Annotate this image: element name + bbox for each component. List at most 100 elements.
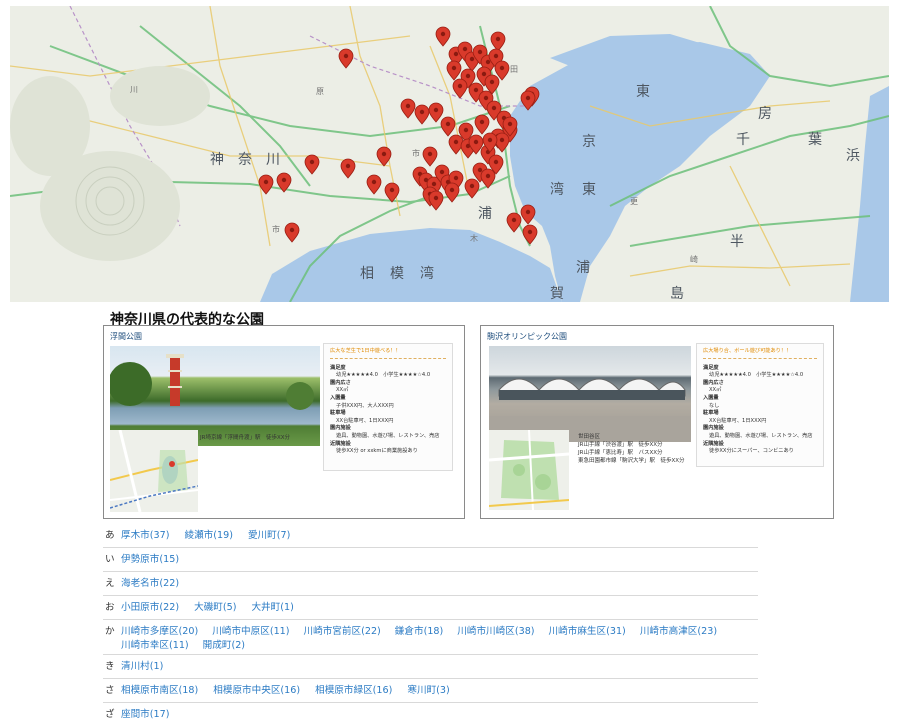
park-pin-dot bbox=[281, 177, 287, 183]
info-value: 幼児★★★★★4.0 小学生★★★★☆4.0 bbox=[336, 372, 431, 379]
index-links: 海老名市(22) bbox=[121, 577, 758, 591]
map-label-other-9: 浜 bbox=[846, 148, 860, 164]
park-card-title[interactable]: 駒沢オリンピック公園 bbox=[487, 331, 567, 342]
info-value: XX㎡ bbox=[336, 387, 349, 394]
map-label-kanagawa-1: 神 bbox=[210, 152, 224, 168]
index-row-a: あ 厚木市(37) 綾瀬市(19) 愛川町(7) bbox=[103, 524, 758, 548]
municipality-link[interactable]: 海老名市(22) bbox=[121, 577, 179, 591]
park-pin-dot bbox=[445, 121, 451, 127]
municipality-link[interactable]: 座間市(17) bbox=[121, 708, 169, 722]
municipality-link[interactable]: 川崎市幸区(11) bbox=[121, 639, 189, 653]
map-label-other-18: 崎 bbox=[690, 254, 698, 264]
index-links: 相模原市南区(18) 相模原市中央区(16) 相模原市緑区(16) 寒川町(3) bbox=[121, 684, 758, 698]
access-line: JR山手線「恵比寿」駅 バスXX分 bbox=[578, 450, 663, 456]
municipality-link[interactable]: 清川村(1) bbox=[121, 660, 163, 674]
park-pin-dot bbox=[493, 159, 499, 165]
park-pin-dot bbox=[491, 105, 497, 111]
map-label-other-14: 市 bbox=[272, 224, 280, 234]
park-access-map[interactable] bbox=[489, 430, 569, 510]
map-label-sagami-1: 相 bbox=[360, 266, 374, 282]
park-pin-dot bbox=[343, 53, 349, 59]
municipality-link[interactable]: 愛川町(7) bbox=[248, 529, 290, 543]
park-pin-dot bbox=[469, 56, 475, 62]
info-key: 近隣施設 bbox=[330, 440, 351, 447]
park-pin-dot bbox=[451, 65, 457, 71]
municipality-link[interactable]: 伊勢原市(15) bbox=[121, 553, 179, 567]
park-photo bbox=[489, 346, 691, 442]
map-label-other-3: 浦 bbox=[478, 206, 492, 222]
access-line: 東急田園都市線「駒沢大学」駅 徒歩XX分 bbox=[578, 458, 685, 464]
municipality-link[interactable]: 川崎市高津区(23) bbox=[640, 625, 717, 639]
index-row-ka: か 川崎市多摩区(20) 川崎市中原区(11) 川崎市宮前区(22) 鎌倉市(1… bbox=[103, 620, 758, 655]
park-pin-dot bbox=[463, 127, 469, 133]
park-pin-dot bbox=[440, 31, 446, 37]
index-links: 清川村(1) bbox=[121, 660, 758, 674]
park-pin-dot bbox=[527, 229, 533, 235]
index-kana: さ bbox=[105, 685, 115, 696]
municipality-link[interactable]: 寒川町(3) bbox=[407, 684, 449, 698]
municipality-link[interactable]: 川崎市中原区(11) bbox=[212, 625, 289, 639]
park-card-title[interactable]: 浮間公園 bbox=[110, 331, 142, 342]
access-line: 世田谷区 bbox=[578, 434, 601, 440]
index-row-e: え 海老名市(22) bbox=[103, 572, 758, 596]
park-pin-dot bbox=[493, 53, 499, 59]
map-label-sagami-3: 湾 bbox=[420, 265, 434, 282]
map-label-other-11: 更 bbox=[630, 197, 638, 206]
municipality-link[interactable]: 綾瀬市(19) bbox=[184, 529, 232, 543]
municipality-index: あ 厚木市(37) 綾瀬市(19) 愛川町(7) い 伊勢原市(15) え 海老… bbox=[103, 524, 758, 727]
park-card-ukima[interactable]: 浮間公園 JR埼京線「浮間舟渡」駅 徒歩XX分 広大な芝生で1日中遊べる！！ 満… bbox=[103, 325, 465, 519]
index-links: 川崎市多摩区(20) 川崎市中原区(11) 川崎市宮前区(22) 鎌倉市(18)… bbox=[121, 625, 758, 653]
map-label-other-13: 市 bbox=[412, 148, 420, 158]
municipality-link[interactable]: 鎌倉市(18) bbox=[395, 625, 443, 639]
park-pin-dot bbox=[487, 137, 493, 143]
municipality-link[interactable]: 開成町(2) bbox=[203, 639, 245, 653]
park-pin-dot bbox=[469, 183, 475, 189]
map-label-sagami-2: 模 bbox=[390, 266, 404, 282]
map-label-other-1: 東 bbox=[582, 182, 596, 198]
park-pin-dot bbox=[345, 163, 351, 169]
map-label-other-16: 原 bbox=[316, 87, 324, 96]
index-kana: え bbox=[105, 578, 115, 589]
info-key: 入園量 bbox=[703, 394, 719, 401]
park-pin-dot bbox=[499, 65, 505, 71]
map-label-other-7: 島 bbox=[670, 286, 684, 302]
park-pin-dot bbox=[263, 179, 269, 185]
park-pin-dot bbox=[499, 137, 505, 143]
index-row-za: ざ 座間市(17) bbox=[103, 703, 758, 727]
park-pin-dot bbox=[289, 227, 295, 233]
park-pin-dot bbox=[495, 36, 501, 42]
municipality-link[interactable]: 小田原市(22) bbox=[121, 601, 179, 615]
map-label-kanagawa-2: 奈 bbox=[238, 152, 252, 168]
park-pin-dot bbox=[483, 95, 489, 101]
park-access-text: 世田谷区 JR山手線「渋谷渡」駅 徒歩XX分 JR山手線「恵比寿」駅 バスXX分… bbox=[578, 433, 685, 465]
park-pin-dot bbox=[389, 187, 395, 193]
municipality-link[interactable]: 相模原市中央区(16) bbox=[213, 684, 300, 698]
park-pin-dot bbox=[477, 49, 483, 55]
park-pin-dot bbox=[449, 187, 455, 193]
park-pin-dot bbox=[465, 73, 471, 79]
park-access-map[interactable] bbox=[110, 430, 198, 512]
park-pin-dot bbox=[473, 87, 479, 93]
park-pin-dot bbox=[439, 169, 445, 175]
municipality-link[interactable]: 川崎市川崎区(38) bbox=[457, 625, 534, 639]
map-label-other-15: 川 bbox=[130, 85, 138, 94]
municipality-link[interactable]: 川崎市宮前区(22) bbox=[304, 625, 381, 639]
municipality-link[interactable]: 相模原市南区(18) bbox=[121, 684, 198, 698]
municipality-link[interactable]: 大磯町(5) bbox=[194, 601, 236, 615]
municipality-link[interactable]: 相模原市緑区(16) bbox=[315, 684, 392, 698]
municipality-link[interactable]: 川崎市麻生区(31) bbox=[549, 625, 626, 639]
municipality-link[interactable]: 厚木市(37) bbox=[121, 529, 169, 543]
park-pin-dot bbox=[525, 209, 531, 215]
index-kana: か bbox=[105, 626, 115, 637]
park-pin-dot bbox=[431, 181, 437, 187]
access-line: JR山手線「渋谷渡」駅 徒歩XX分 bbox=[578, 442, 663, 448]
park-pin-dot bbox=[511, 217, 517, 223]
park-map[interactable]: 神 奈 川 東 京 相 模 湾 千 葉 東 湾 浦 賀 浦 半 島 房 浜 木 … bbox=[10, 6, 889, 302]
map-label-other-8: 房 bbox=[758, 106, 772, 122]
park-pin-dot bbox=[371, 179, 377, 185]
municipality-link[interactable]: 川崎市多摩区(20) bbox=[121, 625, 198, 639]
municipality-link[interactable]: 大井町(1) bbox=[251, 601, 293, 615]
park-pin-dot bbox=[453, 51, 459, 57]
map-label-kanagawa-3: 川 bbox=[266, 152, 280, 168]
park-card-komazawa[interactable]: 駒沢オリンピック公園 世田谷区 JR山手線「渋谷渡」駅 徒歩XX分 JR山手線「… bbox=[480, 325, 834, 519]
